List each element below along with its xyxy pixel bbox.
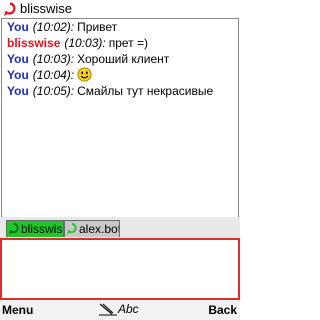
contact-status-icon <box>9 222 19 235</box>
message-sender: You <box>7 52 29 66</box>
message-line: You (10:04): <box>7 67 238 83</box>
message-time: (10:03): <box>64 36 106 50</box>
message-sender: You <box>7 68 29 82</box>
message-input[interactable] <box>0 238 240 300</box>
chat-title: blisswise <box>20 1 73 16</box>
contact-status-icon <box>67 222 77 235</box>
message-text: Привет <box>77 20 118 34</box>
message-line: You (10:05): Смайлы тут некрасивые <box>7 83 238 99</box>
menu-softkey[interactable]: Menu <box>2 303 33 317</box>
message-sender: blisswise <box>7 36 61 50</box>
message-time: (10:04): <box>32 68 75 82</box>
message-line: You (10:02): Привет <box>7 19 238 35</box>
tab-blisswise[interactable]: blisswise <box>6 220 64 237</box>
tab-alex-bot[interactable]: alex.bot <box>64 220 120 237</box>
message-time: (10:02): <box>32 20 75 34</box>
title-bar: blisswise <box>0 0 240 18</box>
message-line: You (10:03): Хороший клиент <box>7 51 238 67</box>
message-text: прет =) <box>108 36 149 50</box>
tab-label: alex.bot <box>79 222 120 236</box>
message-line: blisswise (10:03): прет =) <box>7 35 238 51</box>
chat-history[interactable]: You (10:02): Привет blisswise (10:03): прет … <box>1 18 239 218</box>
message-text: Смайлы тут некрасивые <box>77 84 214 98</box>
message-time: (10:03): <box>32 52 75 66</box>
message-time: (10:05): <box>32 84 75 98</box>
chat-tabs: blisswise alex.bot <box>0 217 240 238</box>
message-sender: You <box>7 84 29 98</box>
pen-icon <box>99 303 117 316</box>
message-text: Хороший клиент <box>77 52 170 66</box>
contact-ring-icon <box>2 1 18 17</box>
back-softkey[interactable]: Back <box>208 303 237 317</box>
input-mode-label: Abc <box>118 302 139 316</box>
tab-label: blisswise <box>21 222 63 236</box>
message-sender: You <box>7 20 29 34</box>
input-mode-indicator: Abc <box>98 302 139 316</box>
softkey-bar: Menu Abc Back <box>0 300 240 320</box>
